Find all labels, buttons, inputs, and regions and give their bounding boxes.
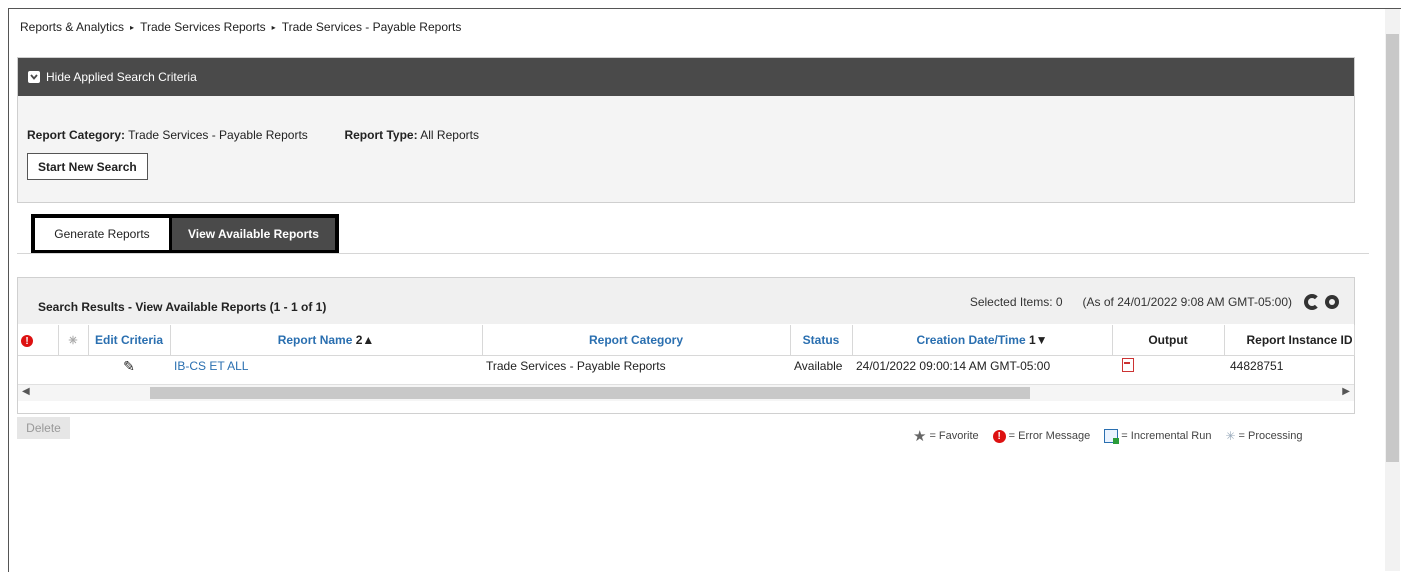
search-criteria-panel: Hide Applied Search Criteria Report Cate… bbox=[17, 57, 1355, 203]
tab-view-available-reports[interactable]: View Available Reports bbox=[172, 218, 335, 250]
processing-column-header: ✳ bbox=[58, 325, 89, 356]
report-type-value: All Reports bbox=[420, 128, 479, 142]
error-column-header: ! bbox=[18, 325, 59, 356]
sort-indicator-creation: 1▼ bbox=[1028, 333, 1048, 347]
legend-incremental: = Incremental Run bbox=[1104, 429, 1211, 444]
report-instance-header[interactable]: Report Instance ID bbox=[1224, 325, 1355, 356]
criteria-toggle-bar[interactable]: Hide Applied Search Criteria bbox=[18, 58, 1354, 96]
start-new-search-button[interactable]: Start New Search bbox=[27, 153, 148, 180]
report-name-link[interactable]: IB-CS ET ALL bbox=[174, 359, 248, 373]
results-header: Search Results - View Available Reports … bbox=[18, 278, 1354, 324]
chevron-down-icon[interactable] bbox=[28, 71, 40, 83]
row-status: Available bbox=[794, 359, 843, 373]
row-report-category: Trade Services - Payable Reports bbox=[486, 359, 666, 373]
content-frame: Reports & Analytics ▸ Trade Services Repor… bbox=[8, 8, 1401, 572]
report-name-header[interactable]: Report Name 2▲ bbox=[170, 325, 483, 356]
status-header[interactable]: Status bbox=[790, 325, 853, 356]
scroll-right-icon[interactable]: ▶ bbox=[1342, 386, 1350, 397]
results-meta: Selected Items: 0 (As of 24/01/2022 9:08… bbox=[970, 294, 1340, 310]
report-category-label: Report Category: bbox=[27, 128, 126, 142]
criteria-toggle-label[interactable]: Hide Applied Search Criteria bbox=[46, 70, 197, 84]
row-edit-cell: ✎ bbox=[88, 356, 170, 377]
error-icon: ! bbox=[992, 429, 1006, 443]
selected-items-count: Selected Items: 0 bbox=[969, 295, 1063, 309]
table-header-row: ! ✳ Edit Criteria Report Name 2▲ Report … bbox=[18, 325, 1355, 356]
breadcrumb-item-current: Trade Services - Payable Reports bbox=[281, 20, 462, 34]
report-tabs: Generate Reports View Available Reports bbox=[31, 214, 339, 254]
row-output bbox=[1112, 356, 1224, 377]
vertical-scrollbar-thumb[interactable] bbox=[1386, 34, 1399, 462]
row-report-name: IB-CS ET ALL bbox=[170, 356, 482, 377]
delete-button[interactable]: Delete bbox=[17, 417, 70, 439]
scrollbar-thumb[interactable] bbox=[150, 387, 1030, 399]
gear-icon[interactable] bbox=[1324, 294, 1340, 310]
creation-datetime-header[interactable]: Creation Date/Time 1▼ bbox=[852, 325, 1113, 356]
icon-legend: ★ = Favorite ! = Error Message = Increment… bbox=[913, 427, 1302, 445]
breadcrumb-item-trade-services-reports[interactable]: Trade Services Reports bbox=[140, 20, 266, 34]
incremental-run-icon bbox=[1104, 429, 1120, 444]
vertical-scrollbar[interactable] bbox=[1385, 9, 1400, 571]
error-icon: ! bbox=[21, 335, 33, 348]
legend-favorite: ★ = Favorite bbox=[913, 428, 979, 445]
as-of-timestamp: (As of 24/01/2022 9:08 AM GMT-05:00) bbox=[1082, 295, 1292, 309]
breadcrumb-separator-icon: ▸ bbox=[271, 23, 276, 33]
breadcrumb-separator-icon: ▸ bbox=[130, 23, 135, 33]
legend-error: ! = Error Message bbox=[992, 429, 1090, 443]
scroll-left-icon[interactable]: ◀ bbox=[22, 386, 30, 397]
processing-icon: ✳ bbox=[1225, 429, 1236, 443]
row-creation-datetime: 24/01/2022 09:00:14 AM GMT-05:00 bbox=[856, 359, 1051, 373]
results-title: Search Results - View Available Reports … bbox=[38, 300, 327, 314]
tab-generate-reports[interactable]: Generate Reports bbox=[35, 218, 169, 250]
pencil-icon[interactable]: ✎ bbox=[123, 358, 135, 374]
table-row: ✎ IB-CS ET ALL Trade Services - Payable … bbox=[18, 356, 1354, 377]
row-processing-cell bbox=[58, 356, 88, 377]
report-category-value: Trade Services - Payable Reports bbox=[128, 128, 308, 142]
criteria-summary: Report Category: Trade Services - Payabl… bbox=[27, 128, 479, 142]
refresh-icon[interactable] bbox=[1304, 294, 1320, 310]
creation-header-label[interactable]: Creation Date/Time bbox=[916, 333, 1025, 347]
report-type-label: Report Type: bbox=[344, 128, 418, 142]
row-report-instance: 44828751 bbox=[1230, 359, 1284, 373]
pdf-icon[interactable] bbox=[1122, 357, 1134, 372]
legend-processing: ✳ = Processing bbox=[1225, 429, 1303, 443]
star-icon: ★ bbox=[913, 428, 927, 445]
row-error-cell bbox=[18, 356, 58, 377]
edit-criteria-header[interactable]: Edit Criteria bbox=[88, 325, 171, 356]
processing-icon: ✳ bbox=[68, 335, 78, 347]
horizontal-scrollbar[interactable]: ◀ ▶ bbox=[18, 384, 1354, 401]
search-results-panel: Search Results - View Available Reports … bbox=[17, 277, 1355, 414]
report-category-header[interactable]: Report Category bbox=[482, 325, 791, 356]
sort-indicator-report-name: 2▲ bbox=[355, 333, 375, 347]
report-name-header-label[interactable]: Report Name bbox=[278, 333, 353, 347]
breadcrumb-item-reports-analytics[interactable]: Reports & Analytics bbox=[20, 20, 124, 34]
tab-divider bbox=[17, 253, 1369, 254]
output-header: Output bbox=[1112, 325, 1225, 356]
results-table: ! ✳ Edit Criteria Report Name 2▲ Report … bbox=[18, 325, 1355, 376]
breadcrumb: Reports & Analytics ▸ Trade Services Repor… bbox=[20, 20, 461, 34]
